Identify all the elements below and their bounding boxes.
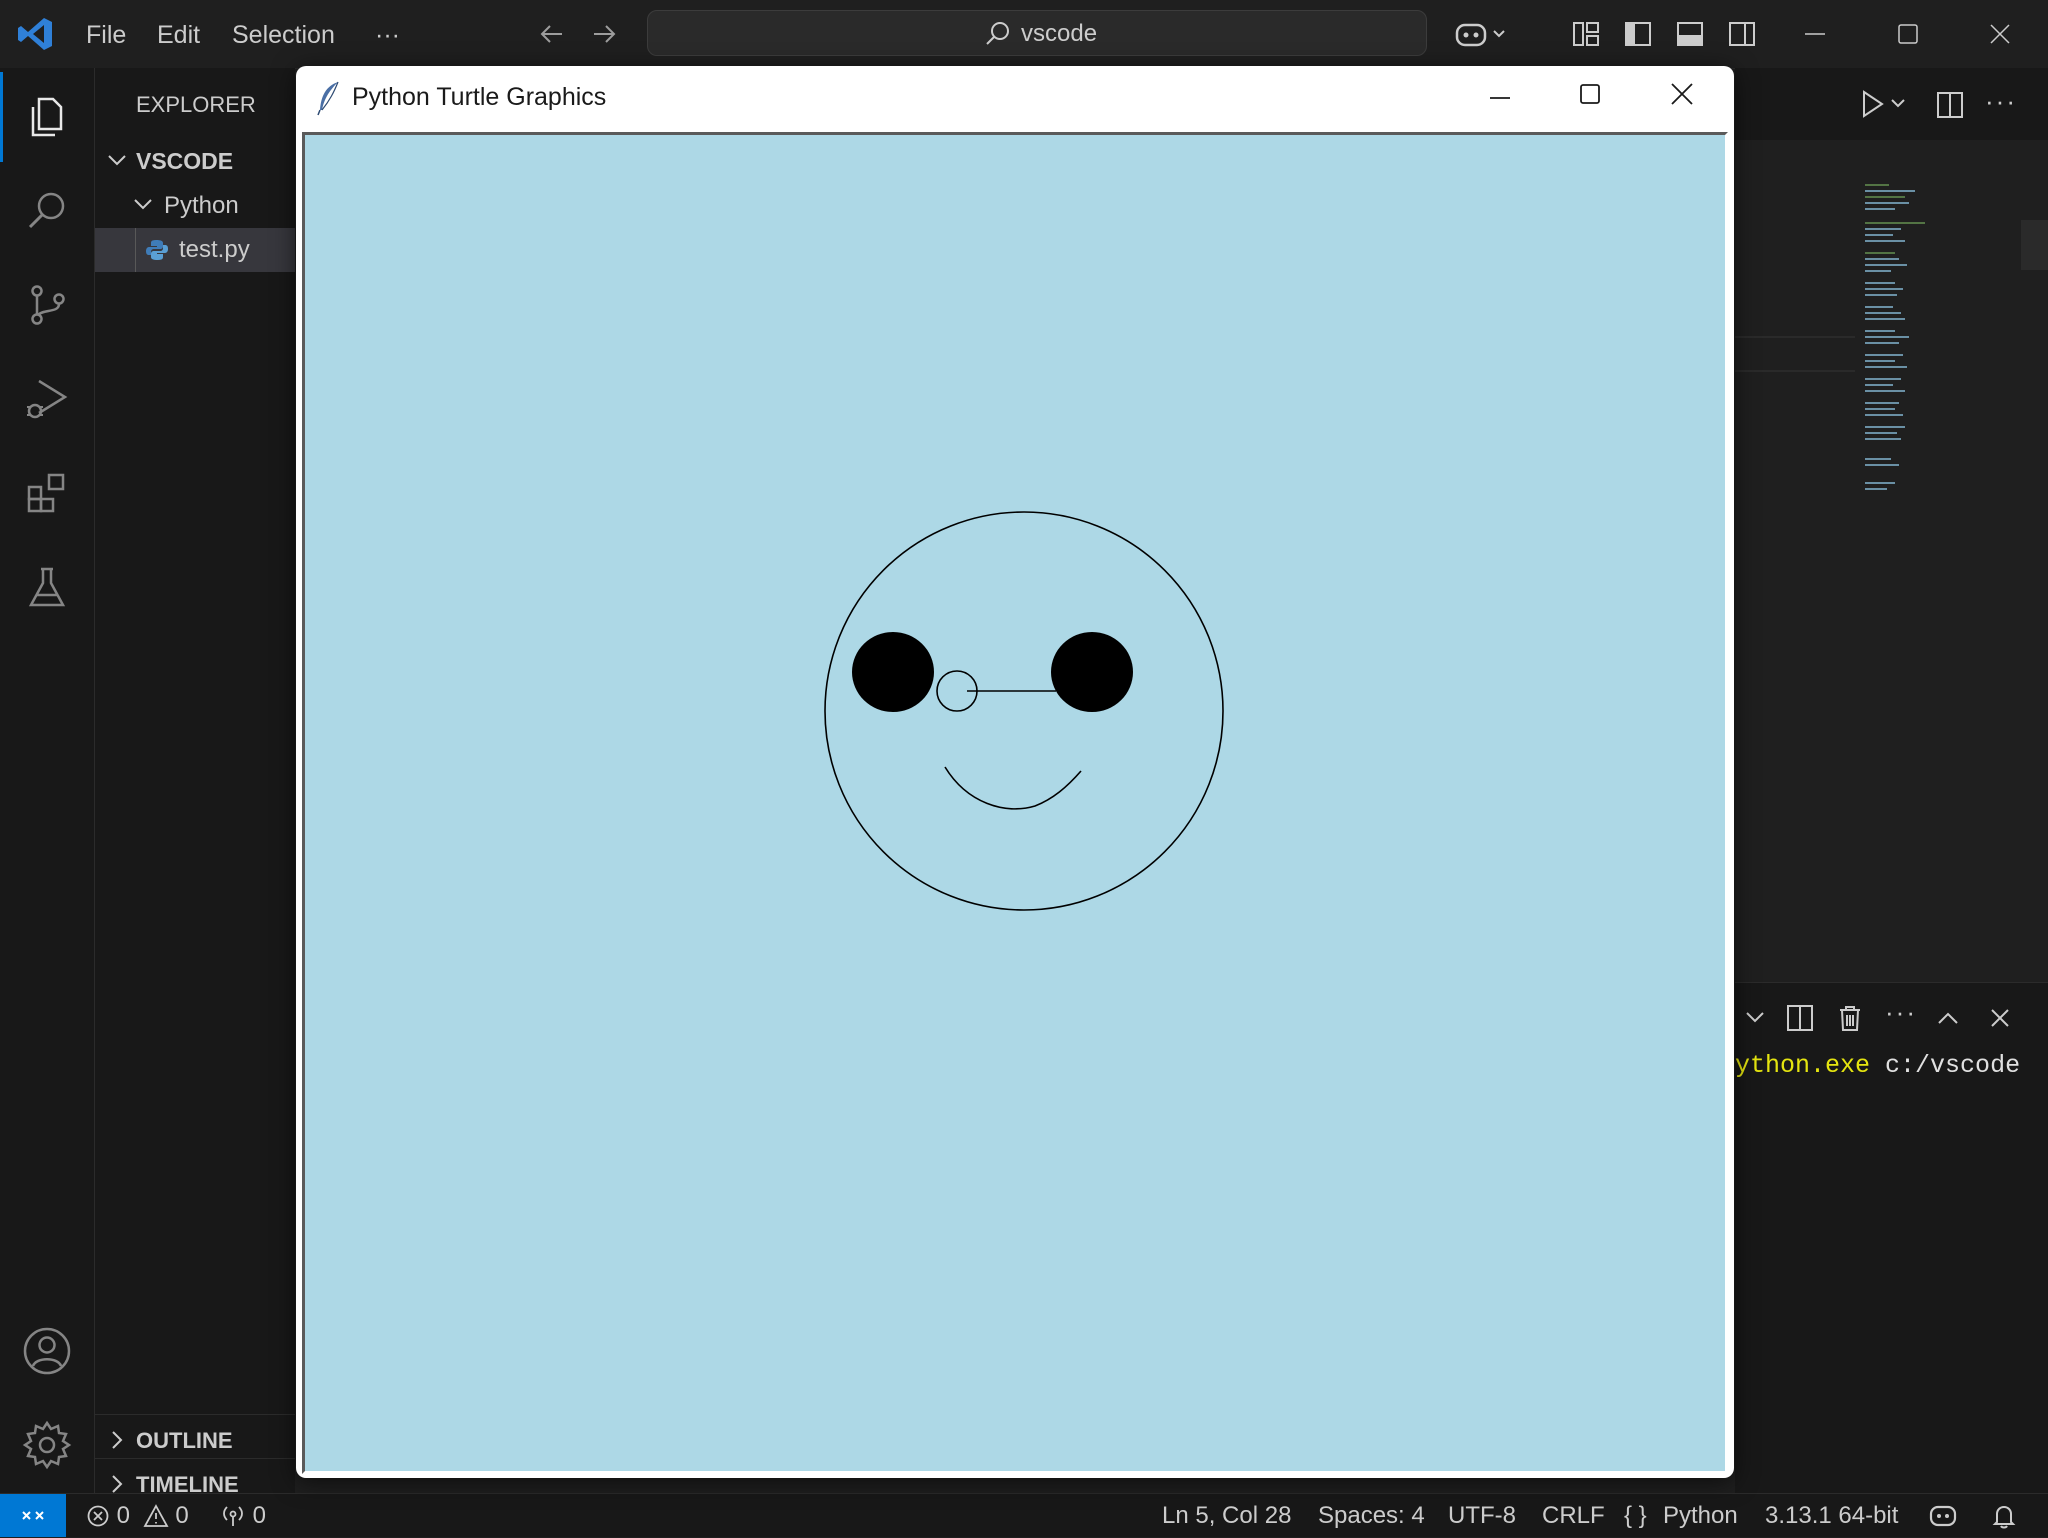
search-icon (984, 20, 1012, 48)
indentation[interactable]: Spaces: 4 (1318, 1494, 1425, 1537)
forward-arrow-icon[interactable] (584, 14, 624, 54)
language-mode[interactable]: Python (1663, 1494, 1738, 1537)
minimize-icon[interactable] (1486, 84, 1514, 112)
run-and-debug-icon[interactable] (0, 352, 94, 446)
close-icon[interactable] (1668, 80, 1696, 108)
editor-line-highlight (1735, 370, 1855, 372)
remote-indicator-icon[interactable] (0, 1494, 66, 1537)
divider (95, 1458, 295, 1459)
terminal-panel: ··· ython.exe c:/vscode (1735, 982, 2048, 1494)
sidebar-explorer: EXPLORER VSCODE Python test.py OUTLINE T… (95, 68, 295, 1497)
copilot-status-icon[interactable] (1928, 1502, 1958, 1530)
run-python-icon[interactable] (1858, 88, 1906, 120)
account-icon[interactable] (0, 1304, 94, 1398)
terminal-path: c:/vscode (1885, 1051, 2021, 1080)
minimize-icon[interactable] (1795, 14, 1835, 54)
testing-flask-icon[interactable] (0, 540, 94, 634)
smile-mouth (944, 766, 1082, 810)
folder-python[interactable]: Python (164, 192, 239, 220)
error-count: 0 (116, 1502, 131, 1529)
divider (95, 1414, 295, 1415)
maximize-icon[interactable] (1576, 80, 1604, 108)
window-title: Python Turtle Graphics (352, 83, 607, 111)
chevron-down-icon[interactable] (1743, 1005, 1767, 1029)
command-center-text: vscode (1021, 20, 1098, 47)
chevron-down-icon[interactable] (131, 192, 155, 216)
right-eye (1051, 632, 1133, 712)
explorer-header: EXPLORER (136, 92, 256, 117)
maximize-panel-icon[interactable] (1935, 1005, 1961, 1031)
notifications-bell-icon[interactable] (1990, 1502, 2018, 1530)
problems-status[interactable]: 0 0 (86, 1494, 189, 1537)
cursor-position[interactable]: Ln 5, Col 28 (1162, 1494, 1291, 1537)
copilot-icon[interactable] (1452, 14, 1512, 54)
turtle-canvas[interactable] (302, 132, 1728, 1474)
workspace-root[interactable]: VSCODE (136, 148, 233, 175)
split-editor-icon[interactable] (1935, 90, 1965, 120)
warning-icon (143, 1504, 169, 1527)
ports-count: 0 (252, 1502, 267, 1529)
left-eye (852, 632, 934, 712)
back-arrow-icon[interactable] (532, 14, 572, 54)
status-bar: 0 0 0 Ln 5, Col 28 Spaces: 4 UTF-8 CRLF … (0, 1493, 2048, 1537)
terminal-output-line: ython.exe c:/vscode (1735, 1051, 2020, 1080)
toggle-panel-icon[interactable] (1670, 14, 1710, 54)
extensions-icon[interactable] (0, 446, 94, 540)
error-icon (87, 1505, 109, 1527)
python-interpreter[interactable]: 3.13.1 64-bit (1765, 1494, 1898, 1537)
minimap[interactable] (1865, 182, 1935, 502)
menu-more[interactable]: ··· (375, 0, 400, 68)
source-control-icon[interactable] (0, 258, 94, 352)
search-icon[interactable] (0, 164, 94, 258)
menu-edit[interactable]: Edit (157, 0, 200, 68)
close-panel-icon[interactable] (1987, 1005, 2013, 1031)
split-terminal-icon[interactable] (1785, 1003, 1815, 1033)
customize-layout-icon[interactable] (1566, 14, 1606, 54)
title-bar: File Edit Selection ··· vscode (0, 0, 2048, 69)
outline-section[interactable]: OUTLINE (136, 1428, 233, 1454)
menu-file[interactable]: File (86, 0, 126, 68)
warning-count: 0 (175, 1502, 189, 1529)
ports-status[interactable]: 0 (220, 1494, 266, 1537)
smiley-drawing (824, 511, 1224, 911)
file-test-py[interactable]: test.py (179, 236, 250, 264)
settings-gear-icon[interactable] (0, 1398, 94, 1492)
turtle-graphics-window: Python Turtle Graphics (296, 66, 1734, 1478)
toggle-secondary-sidebar-icon[interactable] (1722, 14, 1762, 54)
command-center-search[interactable]: vscode (647, 10, 1427, 56)
tk-feather-icon (316, 80, 342, 116)
scrollbar-thumb[interactable] (2021, 220, 2048, 270)
trash-icon[interactable] (1835, 1003, 1865, 1033)
close-icon[interactable] (1980, 14, 2020, 54)
editor-line-highlight (1735, 336, 1855, 338)
tree-indent-guide (135, 228, 136, 272)
more-actions-icon[interactable]: ··· (1885, 997, 1917, 1028)
line-endings[interactable]: CRLF (1542, 1494, 1605, 1537)
activity-bar (0, 68, 95, 1493)
python-file-icon (145, 238, 169, 262)
language-braces-icon[interactable]: { } (1624, 1494, 1647, 1537)
terminal-command: ython.exe (1735, 1051, 1871, 1080)
more-actions-icon[interactable]: ··· (1985, 86, 2017, 117)
broadcast-icon (223, 1506, 243, 1526)
menu-selection[interactable]: Selection (232, 0, 335, 68)
chevron-down-icon[interactable] (105, 148, 129, 172)
vscode-logo-icon (16, 14, 56, 54)
chevron-right-icon[interactable] (105, 1428, 129, 1452)
toggle-primary-sidebar-icon[interactable] (1618, 14, 1658, 54)
maximize-icon[interactable] (1888, 14, 1928, 54)
explorer-files-icon[interactable] (0, 70, 94, 164)
encoding[interactable]: UTF-8 (1448, 1494, 1516, 1537)
